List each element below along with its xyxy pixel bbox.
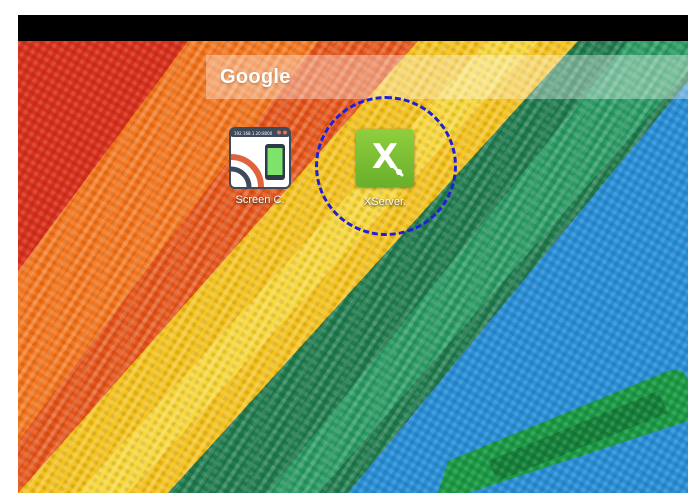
app-screen-cast[interactable]: 192.168.1.20:8000 Screen C. xyxy=(215,127,305,206)
screen-cast-mini-url: 192.168.1.20:8000 xyxy=(234,131,273,136)
device-screen: Google 192.168.1.20:8000 Screen C. X XSe… xyxy=(18,15,688,493)
wallpaper xyxy=(18,41,688,493)
google-search-bar[interactable]: Google xyxy=(206,55,688,99)
app-label: XServer. xyxy=(363,196,407,208)
status-bar xyxy=(18,15,688,41)
screen-cast-icon: 192.168.1.20:8000 xyxy=(229,127,291,189)
app-xserver[interactable]: X XServer. xyxy=(340,127,430,208)
xserver-tile: X xyxy=(356,129,414,187)
google-logo: Google xyxy=(220,65,291,88)
app-label: Screen C. xyxy=(235,194,285,206)
xserver-icon: X xyxy=(354,129,416,191)
